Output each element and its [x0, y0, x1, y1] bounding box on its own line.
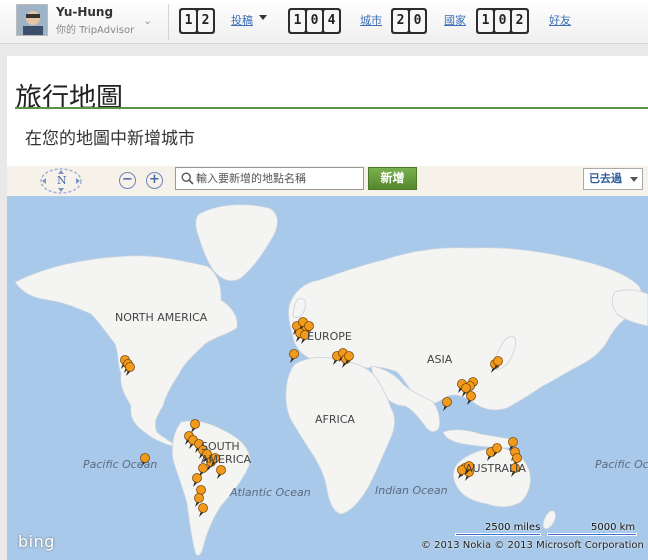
reviews-link[interactable]: 投稿 — [231, 12, 253, 28]
cities-counter: 1 0 4 — [288, 8, 341, 34]
map-label-pacific-ocean: Pacific Ocean — [83, 458, 158, 471]
compass-north-label: N — [57, 174, 67, 187]
reviews-counter: 1 2 — [179, 8, 215, 34]
map-label-indian-ocean: Indian Ocean — [375, 484, 448, 497]
visited-filter-label: 已去過 — [589, 172, 622, 185]
countries-link[interactable]: 國家 — [444, 12, 466, 28]
world-map[interactable]: NORTH AMERICA EUROPE ASIA AFRICA SOUTH A… — [7, 196, 648, 560]
map-label-south-america: SOUTH AMERICA — [201, 440, 252, 466]
friends-link[interactable]: 好友 — [549, 12, 571, 28]
map-label-asia: ASIA — [427, 353, 453, 366]
map-label-africa: AFRICA — [315, 413, 355, 426]
travel-map-card: 旅行地圖 在您的地圖中新增城市 N − + 新增 已去過 — [7, 56, 648, 560]
scale-bar-miles — [455, 533, 541, 536]
bing-logo[interactable]: bing — [18, 532, 55, 551]
zoom-in-button[interactable]: + — [146, 172, 163, 189]
page-subtitle: 在您的地圖中新增城市 — [25, 129, 195, 149]
continents — [14, 204, 648, 556]
top-bar: Yu-Hung 你的 TripAdvisor ⌄ 1 2 投稿 1 0 4 城市… — [0, 0, 648, 44]
avatar[interactable] — [16, 4, 48, 36]
zoom-out-button[interactable]: − — [119, 172, 136, 189]
chevron-down-icon[interactable]: ⌄ — [143, 14, 152, 27]
compass-pan-control[interactable]: N — [39, 168, 83, 194]
visited-city-pin[interactable] — [442, 397, 452, 412]
world-map-canvas[interactable] — [7, 196, 648, 560]
visited-city-pin[interactable] — [289, 349, 299, 364]
map-toolbar: N − + 新增 已去過 — [7, 166, 648, 196]
search-icon — [181, 172, 194, 185]
search-input[interactable] — [196, 169, 361, 188]
countries-counter: 2 0 — [391, 8, 427, 34]
north-america-landmass — [14, 255, 238, 449]
caret-down-icon[interactable] — [259, 15, 267, 20]
add-button[interactable]: 新增 — [368, 167, 417, 190]
indonesia-landmass — [442, 429, 519, 449]
map-copyright: © 2013 Nokia © 2013 Microsoft Corporatio… — [421, 540, 644, 551]
cities-link[interactable]: 城市 — [360, 12, 382, 28]
page-title: 旅行地圖 — [15, 83, 123, 114]
scale-km-label: 5000 km — [591, 522, 636, 533]
visited-filter-dropdown[interactable]: 已去過 — [583, 168, 643, 190]
user-subtitle[interactable]: 你的 TripAdvisor — [56, 21, 134, 36]
title-divider — [15, 107, 648, 109]
map-label-atlantic-ocean: Atlantic Ocean — [230, 486, 311, 499]
new-zealand-landmass — [542, 510, 556, 530]
divider — [168, 4, 169, 40]
username[interactable]: Yu-Hung — [56, 5, 113, 19]
map-label-pacific-ocean-east: Pacific Ocean — [595, 458, 648, 471]
map-label-europe: EUROPE — [307, 330, 352, 343]
map-label-north-america: NORTH AMERICA — [115, 311, 208, 324]
map-label-australia: AUSTRALIA — [465, 462, 526, 475]
friends-counter: 1 0 2 — [476, 8, 529, 34]
search-box[interactable] — [175, 167, 364, 190]
scale-miles-label: 2500 miles — [485, 522, 541, 533]
scale-bar-km — [547, 533, 637, 536]
caret-down-icon — [630, 177, 638, 182]
